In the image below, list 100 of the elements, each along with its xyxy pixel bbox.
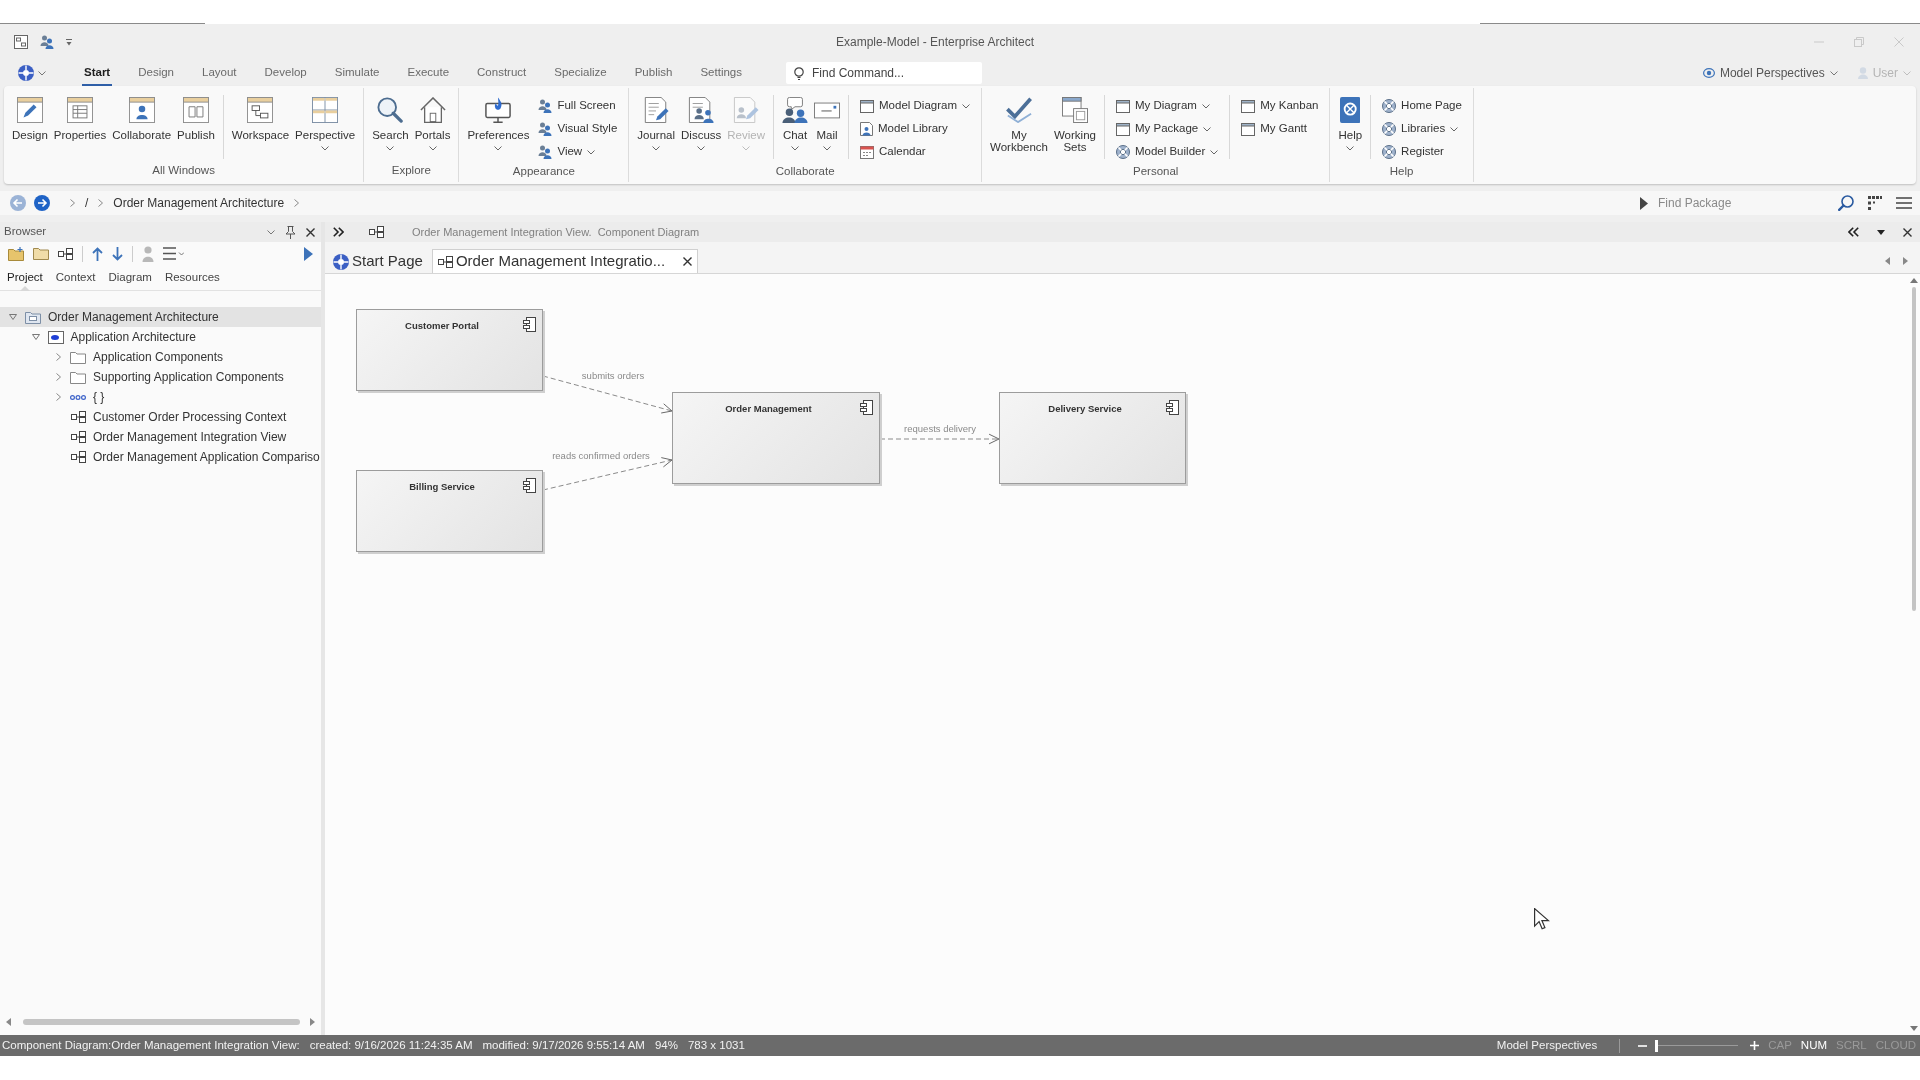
ribbon-button[interactable]: Full Screen	[536, 95, 620, 117]
ribbon-button[interactable]: Preferences	[464, 95, 533, 161]
app-menu-button[interactable]	[16, 65, 48, 81]
document-tab[interactable]: Order Management Integratio...	[431, 249, 699, 273]
ribbon-button[interactable]: Properties	[50, 95, 110, 161]
ribbon-button[interactable]: My Package	[1113, 118, 1221, 140]
ribbon-button[interactable]: Model Diagram	[858, 95, 972, 117]
ribbon-button[interactable]: Help	[1335, 95, 1366, 161]
ribbon-button[interactable]: Discuss	[678, 95, 725, 161]
caret-icon[interactable]	[267, 229, 275, 235]
tree-item[interactable]: Order Management Architecture	[0, 307, 321, 327]
chevron-right-icon[interactable]	[98, 199, 104, 207]
ribbon-tab[interactable]: Settings	[686, 60, 756, 86]
ribbon-button[interactable]: My Workbench	[987, 95, 1051, 161]
find-command-field[interactable]: Find Command...	[786, 62, 982, 84]
ribbon-tab[interactable]: Publish	[620, 60, 687, 86]
ribbon-button[interactable]: Register	[1380, 141, 1464, 163]
ribbon-button[interactable]: Search	[369, 95, 412, 161]
folder-icon[interactable]	[33, 247, 49, 260]
ribbon-button[interactable]: Mail	[811, 95, 844, 161]
ribbon-button[interactable]: My Gantt	[1239, 118, 1321, 140]
ribbon-button[interactable]: Working Sets	[1050, 95, 1099, 161]
tree-item[interactable]: Supporting Application Components	[0, 367, 321, 387]
ribbon-button[interactable]: Portals	[411, 95, 454, 161]
play-triangle-icon[interactable]	[1640, 196, 1648, 210]
diagram-icon[interactable]	[58, 247, 73, 260]
ribbon-button[interactable]: Journal	[634, 95, 679, 161]
ribbon-button[interactable]: Collaborate	[109, 95, 175, 161]
breadcrumb-item[interactable]: /	[83, 194, 91, 212]
chevron-right-icon[interactable]	[55, 393, 61, 401]
diagram-window-icon[interactable]	[14, 35, 28, 49]
ribbon-button[interactable]: My Kanban	[1239, 95, 1321, 117]
triangle-right-icon[interactable]	[1903, 257, 1908, 265]
panel-tab[interactable]: Diagram	[108, 265, 152, 290]
play-triangle-icon[interactable]	[304, 247, 313, 262]
chevron-right-icon[interactable]	[70, 199, 75, 207]
dropdown-caret-icon[interactable]	[66, 38, 72, 46]
perspectives-menu[interactable]: Model Perspectives	[1699, 64, 1841, 82]
dotted-grid-icon[interactable]	[1868, 196, 1882, 210]
tree-item[interactable]: Application Components	[0, 347, 321, 367]
ribbon-tab[interactable]: Specialize	[540, 60, 621, 86]
panel-tab[interactable]: Context	[55, 265, 96, 290]
pin-icon[interactable]	[285, 225, 296, 239]
ribbon-tab[interactable]: Design	[124, 60, 188, 86]
arrow-up-icon[interactable]	[92, 246, 103, 261]
scrollbar-thumb[interactable]	[1912, 287, 1916, 611]
close-icon[interactable]	[683, 257, 693, 266]
arrow-down-icon[interactable]	[112, 246, 123, 261]
ribbon-tab[interactable]: Layout	[188, 60, 251, 86]
tree-item[interactable]: Order Management Integration View	[0, 427, 321, 447]
ribbon-button[interactable]: Calendar	[858, 141, 972, 163]
chevron-right-icon[interactable]	[55, 353, 61, 361]
ribbon-button[interactable]: Publish	[174, 95, 218, 161]
vertical-scrollbar[interactable]	[1908, 274, 1920, 1035]
double-chevron-right-icon[interactable]	[333, 227, 344, 237]
ribbon-button[interactable]: Model Builder	[1113, 141, 1221, 163]
ribbon-button[interactable]: Workspace	[228, 95, 293, 161]
ribbon-button[interactable]: Model Library	[858, 118, 972, 140]
close-icon[interactable]	[306, 227, 315, 237]
chevron-right-icon[interactable]	[294, 199, 300, 207]
tree-item[interactable]: Customer Order Processing Context	[0, 407, 321, 427]
diagram-canvas[interactable]: Customer Portal Billing Service Order Management Delivery Service submits orders reads confirmed orders requests delivery	[325, 274, 1908, 1035]
double-chevron-left-icon[interactable]	[1848, 227, 1859, 237]
caret-down-icon[interactable]	[1877, 229, 1885, 235]
triangle-up-icon[interactable]	[1910, 278, 1918, 283]
forward-arrow-icon[interactable]	[34, 195, 50, 211]
ribbon-button[interactable]: Perspective	[292, 95, 359, 161]
plus-icon[interactable]	[1750, 1041, 1760, 1050]
ribbon-button[interactable]: Visual Style	[536, 118, 620, 140]
ribbon-button[interactable]: My Diagram	[1113, 95, 1221, 117]
panel-tab[interactable]: Resources	[164, 265, 220, 290]
close-icon[interactable]	[1903, 227, 1912, 237]
horizontal-scrollbar[interactable]	[6, 1015, 315, 1029]
tree-item[interactable]: Order Management Application Compariso	[0, 447, 321, 467]
folder-plus-icon[interactable]	[8, 246, 24, 261]
slider-thumb[interactable]	[1655, 1039, 1659, 1052]
menu-icon[interactable]	[1896, 197, 1912, 209]
breadcrumb-item[interactable]: Order Management Architecture	[111, 194, 287, 212]
ribbon-tab[interactable]: Construct	[463, 60, 541, 86]
find-package-field[interactable]: Find Package	[1658, 194, 1828, 212]
chevron-right-icon[interactable]	[55, 373, 61, 381]
ribbon-button[interactable]: Chat	[779, 95, 812, 161]
triangle-left-icon[interactable]	[6, 1018, 11, 1026]
menu-icon[interactable]	[163, 247, 184, 260]
panel-tab[interactable]: Project	[7, 265, 43, 290]
tree-item[interactable]: Application Architecture	[0, 327, 321, 347]
document-tab[interactable]: Start Page	[329, 249, 429, 273]
triangle-down-icon[interactable]	[1910, 1026, 1918, 1031]
scrollbar-thumb[interactable]	[23, 1019, 300, 1025]
ribbon-button[interactable]: View	[536, 141, 620, 163]
tree-item[interactable]: { }	[0, 387, 321, 407]
triangle-right-icon[interactable]	[310, 1018, 315, 1026]
minus-icon[interactable]	[1638, 1044, 1648, 1047]
triangle-left-icon[interactable]	[1885, 257, 1890, 265]
search-icon[interactable]	[1838, 195, 1854, 211]
ribbon-tab[interactable]: Simulate	[320, 60, 394, 86]
ribbon-button[interactable]: Libraries	[1380, 118, 1464, 140]
people-icon[interactable]	[40, 35, 54, 49]
ribbon-tab[interactable]: Execute	[393, 60, 464, 86]
ribbon-tab[interactable]: Develop	[250, 60, 321, 86]
